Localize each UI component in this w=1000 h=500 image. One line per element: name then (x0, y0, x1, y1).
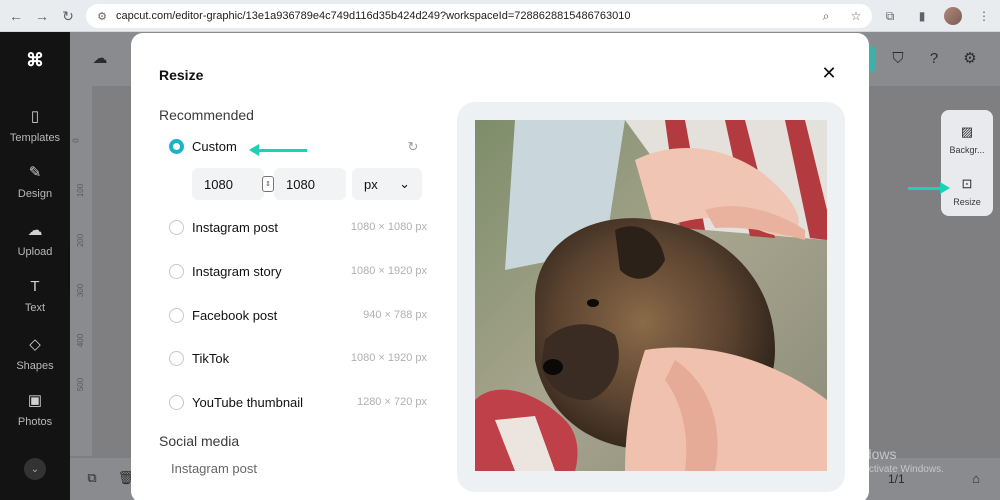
option-label: Custom (192, 138, 237, 154)
ruler-tick: 300 (76, 283, 86, 298)
option-instagram-post[interactable]: Instagram post 1080 × 1080 px (169, 216, 427, 238)
dialog-title: Resize (159, 67, 204, 83)
forward-icon[interactable]: → (32, 6, 52, 26)
layer-stack-icon[interactable]: ⌂ (968, 470, 984, 486)
social-media-heading: Social media (159, 433, 240, 449)
unit-value: px (364, 176, 378, 192)
right-tool-panel: ▨ Backgr... ⊡ Resize (941, 110, 993, 216)
option-size: 1080 × 1920 px (350, 352, 427, 364)
height-input[interactable]: 1080 (274, 168, 346, 200)
recommended-heading: Recommended (159, 107, 254, 123)
text-icon: T (30, 278, 40, 295)
radio-tiktok[interactable] (169, 350, 184, 366)
profile-avatar[interactable] (944, 7, 962, 25)
unit-select[interactable]: px ⌄ (352, 168, 422, 200)
option-label: Facebook post (192, 307, 278, 323)
site-info-icon[interactable]: ⚙ (92, 6, 112, 26)
bookmark-star-icon[interactable]: ☆ (846, 6, 866, 26)
ruler-tick: 500 (76, 377, 86, 392)
cloud-icon[interactable]: ☁ (90, 48, 110, 68)
option-label: TikTok (192, 350, 230, 366)
capcut-logo-icon: ⌘ (26, 50, 44, 70)
ruler-tick: 0 (71, 138, 81, 143)
reload-icon[interactable]: ↻ (58, 6, 78, 26)
chevron-down-icon[interactable]: ⌄ (24, 458, 46, 480)
reset-icon[interactable]: ↻ (405, 139, 421, 155)
shield-icon[interactable]: ⛉ (888, 48, 908, 68)
sidebar-icon[interactable]: ▮ (912, 6, 932, 26)
close-icon[interactable]: ✕ (819, 63, 839, 83)
settings-gear-icon[interactable]: ⚙ (960, 48, 980, 68)
resize-icon: ⊡ (961, 176, 973, 191)
browser-toolbar: ← → ↻ ⚙ capcut.com/editor-graphic/13e1a9… (0, 0, 1000, 32)
tool-background[interactable]: ▨ Backgr... (941, 124, 993, 158)
ruler-tick: 200 (76, 233, 86, 248)
sidebar-item-design[interactable]: ✎ Design (0, 164, 70, 202)
radio-instagram-story[interactable] (169, 263, 184, 279)
option-instagram-story[interactable]: Instagram story 1080 × 1920 px (169, 260, 427, 282)
ruler-tick: 400 (76, 333, 86, 348)
sidebar-item-photos[interactable]: ▣ Photos (0, 392, 70, 430)
radio-custom[interactable] (169, 138, 184, 154)
extensions-icon[interactable]: ⧉ (880, 6, 900, 26)
option-size: 1280 × 720 px (356, 396, 427, 408)
background-icon: ▨ (960, 124, 974, 139)
radio-instagram-post[interactable] (169, 219, 184, 235)
option-label: YouTube thumbnail (192, 394, 304, 410)
radio-facebook-post[interactable] (169, 307, 184, 323)
sidebar-item-shapes[interactable]: ◇ Shapes (0, 336, 70, 374)
templates-icon: ▯ (30, 108, 40, 125)
option-tiktok[interactable]: TikTok 1080 × 1920 px (169, 347, 427, 369)
layers-icon[interactable]: ⧉ (84, 470, 100, 486)
address-bar[interactable]: ⚙ capcut.com/editor-graphic/13e1a936789e… (86, 4, 872, 28)
annotation-arrow-custom (249, 144, 307, 156)
sidebar-item-upload[interactable]: ☁ Upload (0, 222, 70, 260)
option-youtube-thumbnail[interactable]: YouTube thumbnail 1280 × 720 px (169, 391, 427, 413)
upload-icon: ☁ (27, 222, 43, 239)
radio-youtube-thumbnail[interactable] (169, 394, 184, 410)
annotation-arrow-resize (908, 182, 950, 194)
option-label: Instagram story (192, 263, 282, 279)
option-facebook-post[interactable]: Facebook post 940 × 788 px (169, 304, 427, 326)
ruler-tick: 100 (76, 183, 86, 198)
back-icon[interactable]: ← (6, 6, 26, 26)
shapes-icon: ◇ (29, 336, 41, 353)
sidebar-item-templates[interactable]: ▯ Templates (0, 108, 70, 146)
option-custom[interactable]: Custom (169, 135, 427, 157)
chevron-down-icon: ⌄ (399, 176, 410, 191)
left-sidebar: ⌘ ▯ Templates ✎ Design ☁ Upload T Text ◇… (0, 32, 70, 500)
url-text[interactable]: capcut.com/editor-graphic/13e1a936789e4c… (116, 10, 630, 22)
social-instagram-post[interactable]: Instagram post (171, 461, 257, 476)
menu-icon[interactable]: ⋮ (974, 6, 994, 26)
zoom-icon[interactable]: ⌕ (816, 6, 836, 26)
resize-dialog: Resize ✕ Recommended Custom ↻ 1080 ⇕ 108… (131, 33, 869, 500)
help-icon[interactable]: ? (924, 48, 944, 68)
option-label: Instagram post (192, 219, 278, 235)
photos-icon: ▣ (27, 392, 43, 409)
design-icon: ✎ (28, 164, 42, 181)
option-size: 940 × 788 px (363, 309, 427, 321)
preview-photo-puppy (475, 120, 827, 471)
option-size: 1080 × 1920 px (350, 265, 427, 277)
option-size: 1080 × 1080 px (350, 221, 427, 233)
sidebar-item-text[interactable]: T Text (0, 278, 70, 316)
resize-preview (457, 102, 845, 492)
aspect-lock-icon[interactable]: ⇕ (262, 176, 274, 192)
width-input[interactable]: 1080 (192, 168, 264, 200)
